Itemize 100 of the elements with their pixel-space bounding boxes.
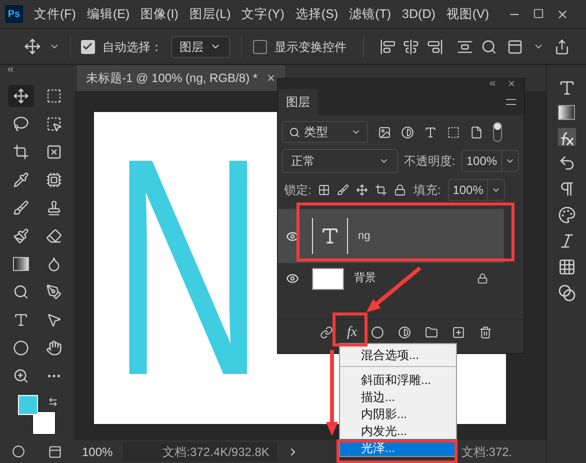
layer-row[interactable]: ng (278, 209, 504, 263)
gradient-icon[interactable] (12, 257, 28, 271)
menu-item[interactable]: 内发光... (340, 422, 456, 439)
zoom-icon[interactable] (12, 368, 28, 384)
menu-item[interactable]: 编辑(E) (86, 4, 130, 24)
frame-icon[interactable] (46, 144, 62, 160)
auto-select-label: 自动选择： (102, 38, 163, 56)
close-icon[interactable] (556, 8, 569, 20)
stamp-icon[interactable] (46, 200, 62, 216)
foreground-swatch[interactable] (18, 395, 38, 415)
annotation-arrow (366, 266, 422, 312)
adjustment-filter-icon[interactable] (401, 126, 414, 138)
eraser-icon[interactable] (46, 228, 62, 244)
menu-item[interactable]: 斜面和浮雕... (340, 371, 456, 388)
image-filter-icon[interactable] (378, 126, 391, 138)
fx-icon[interactable] (558, 128, 576, 146)
collapse-icon[interactable] (6, 65, 15, 74)
new-layer-icon[interactable] (452, 326, 466, 339)
folder-icon[interactable] (425, 326, 438, 339)
menu-item[interactable]: 视图(V) (446, 4, 490, 24)
layers-tab[interactable]: 图层 (278, 89, 318, 115)
history-icon[interactable] (558, 154, 576, 172)
fill-field[interactable]: 100% (448, 179, 506, 201)
type-icon[interactable] (12, 312, 28, 328)
align-right-icon[interactable] (427, 38, 444, 54)
blend-mode-dropdown[interactable]: 正常 (282, 149, 398, 173)
lasso-icon[interactable] (12, 116, 28, 132)
link-icon[interactable] (320, 326, 333, 339)
target-dropdown[interactable]: 图层 (170, 36, 230, 58)
ellipse-icon[interactable] (12, 340, 28, 356)
menu-item[interactable]: 混合选项... (340, 346, 456, 363)
lock-artboard-icon[interactable] (375, 184, 388, 196)
workspace-icon[interactable] (507, 38, 523, 54)
lock-label: 锁定: (284, 182, 312, 199)
menu-item[interactable]: 描边... (340, 388, 456, 405)
swap-icon[interactable] (48, 397, 58, 407)
show-transform-label: 显示变换控件 (274, 38, 347, 56)
lock-paint-icon[interactable] (337, 184, 350, 196)
checkbox[interactable] (80, 40, 95, 54)
menu-item[interactable]: 滤镜(T) (349, 4, 392, 24)
menu-item[interactable]: 图层(L) (189, 4, 231, 24)
document-size: 文档:372. (461, 444, 512, 460)
menu-icon[interactable] (506, 99, 516, 105)
eyedropper-icon[interactable] (12, 172, 28, 188)
close-icon[interactable] (266, 73, 276, 83)
menu-item[interactable]: 文字(Y) (242, 4, 284, 24)
history-brush-icon[interactable] (12, 228, 28, 244)
pointer-icon[interactable] (46, 312, 62, 328)
shape-filter-icon[interactable] (447, 126, 460, 138)
share-icon[interactable] (554, 38, 570, 54)
character-icon[interactable] (558, 79, 576, 97)
type-filter-icon[interactable] (424, 126, 437, 138)
mask-icon[interactable] (371, 326, 384, 339)
hand-icon[interactable] (46, 340, 62, 356)
lock-pixels-icon[interactable] (318, 184, 330, 196)
gradient-icon[interactable] (558, 105, 575, 120)
opacity-field[interactable]: 100% (461, 150, 520, 172)
align-left-icon[interactable] (380, 38, 396, 54)
move-icon[interactable] (12, 88, 28, 104)
document-size: 文档:372.4K/932.8K (122, 442, 278, 461)
pen-icon[interactable] (46, 284, 62, 300)
crop-icon[interactable] (12, 144, 28, 160)
search-icon[interactable] (481, 38, 497, 54)
grid-icon[interactable] (558, 258, 576, 276)
distribute-icon[interactable] (457, 38, 473, 54)
visibility-icon[interactable] (286, 272, 298, 285)
adjustment-icon[interactable] (398, 326, 412, 339)
trash-icon[interactable] (479, 326, 492, 339)
marquee-icon[interactable] (46, 88, 62, 104)
menu-item[interactable]: 文件(F) (34, 4, 76, 24)
align-center-icon[interactable] (403, 38, 420, 54)
lock-position-icon[interactable] (356, 184, 368, 196)
palette-icon[interactable] (558, 206, 576, 224)
fill-label: 填充: (413, 182, 441, 199)
visibility-icon[interactable] (286, 230, 298, 242)
move-icon[interactable] (24, 38, 41, 55)
smart-object-filter-icon[interactable] (470, 126, 483, 138)
background-swatch[interactable] (32, 411, 56, 435)
maximize-icon[interactable] (533, 8, 544, 18)
menu-item[interactable]: 图像(I) (140, 4, 178, 24)
collapse-icon[interactable] (488, 79, 497, 88)
brush-icon[interactable] (12, 200, 28, 216)
lock-all-icon[interactable] (394, 184, 406, 196)
menu-item[interactable]: 内阴影... (340, 405, 456, 422)
channels-icon[interactable] (558, 284, 576, 302)
filter-toggle[interactable] (493, 122, 502, 142)
checkbox[interactable] (252, 40, 267, 54)
filter-dropdown[interactable]: 类型 (282, 121, 368, 143)
menu-item[interactable]: 3D(D) (402, 4, 436, 24)
fx-button[interactable]: fx (347, 322, 358, 343)
screen-mode-icon[interactable] (48, 445, 62, 459)
layer-thumbnail (312, 268, 344, 290)
quick-mask-icon[interactable] (12, 445, 25, 458)
type-icon (320, 226, 340, 246)
menu-item[interactable]: 选择(S) (295, 4, 338, 24)
close-icon[interactable] (507, 79, 516, 88)
selection-icon[interactable] (46, 116, 62, 132)
highlight-frame (332, 312, 368, 346)
blur-icon[interactable] (46, 256, 62, 272)
document-tab[interactable]: 未标题-1 @ 100% (ng, RGB/8) * (77, 65, 285, 91)
